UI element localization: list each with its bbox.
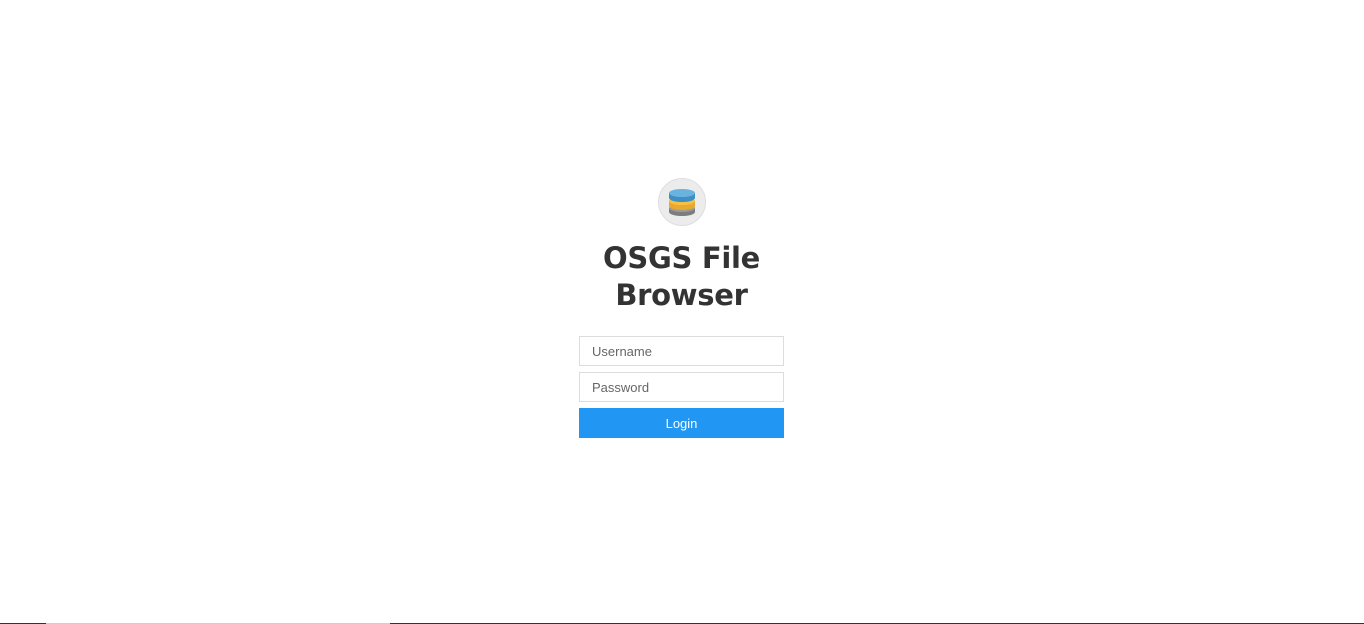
login-page: OSGS File Browser Login: [0, 0, 1364, 624]
password-input[interactable]: [579, 372, 784, 402]
username-input[interactable]: [579, 336, 784, 366]
login-card: OSGS File Browser Login: [579, 178, 784, 438]
page-title: OSGS File Browser: [579, 240, 784, 314]
database-stack-icon: [668, 189, 695, 216]
app-logo: [657, 178, 706, 226]
login-form: Login: [579, 336, 784, 438]
login-button[interactable]: Login: [579, 408, 784, 438]
title-line-2: Browser: [615, 278, 748, 312]
title-line-1: OSGS File: [603, 241, 760, 275]
